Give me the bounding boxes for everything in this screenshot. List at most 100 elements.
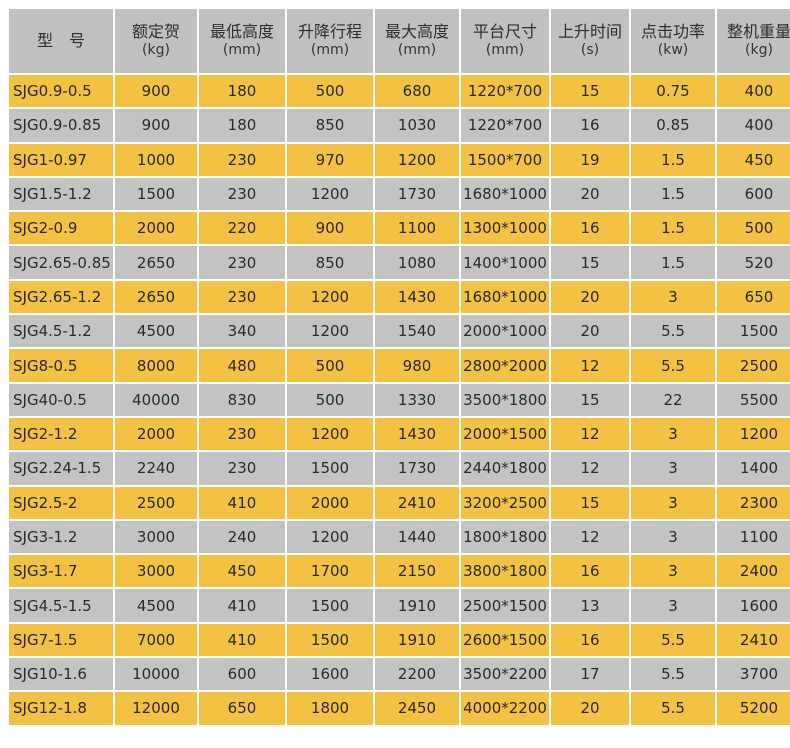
table-cell: 4500 [115,315,197,348]
table-cell: 180 [199,75,285,108]
table-cell: 2500 [115,486,197,519]
table-cell: 3 [631,555,715,588]
table-cell: 3 [631,520,715,554]
table-cell: 230 [199,280,285,314]
table-cell: 1200 [375,143,459,176]
table-cell: 850 [287,246,373,279]
table-cell: 5200 [717,692,790,725]
column-header-label: 最低高度 [209,22,274,41]
table-cell: 3 [631,486,715,519]
table-cell: 500 [287,349,373,382]
model-cell: SJG2.5-2 [9,486,113,519]
table-cell: 2000 [115,212,197,245]
table-cell: 1600 [287,658,373,691]
table-cell: 1500 [287,452,373,485]
table-cell: 4500 [115,589,197,622]
table-row: SJG2.5-2 2500 410 2000 2410 3200*2500 15 3 2300 [9,486,790,519]
model-cell: SJG3-1.7 [9,555,113,588]
table-cell: 20 [551,177,629,211]
table-cell: 0.85 [631,109,715,142]
model-cell: SJG0.9-0.85 [9,109,113,142]
table-cell: 450 [717,143,790,176]
table-cell: 1500 [287,623,373,657]
table-cell: 450 [199,555,285,588]
table-cell: 1.5 [631,212,715,245]
table-cell: 1500 [717,315,790,348]
table-cell: 5.5 [631,623,715,657]
model-cell: SJG1.5-1.2 [9,177,113,211]
table-cell: 1300*1000 [461,212,549,245]
column-header-label: 点击功率 [640,22,705,41]
table-row: SJG0.9-0.5 900 180 500 680 1220*700 15 0.75 400 [9,75,790,108]
table-cell: 16 [551,212,629,245]
table-cell: 1200 [717,417,790,451]
model-cell: SJG7-1.5 [9,623,113,657]
table-cell: 4000*2200 [461,692,549,725]
column-header-unit: (s) [580,42,600,58]
column-header-label: 整机重量 [726,22,790,41]
lift-spec-table: 型 号额定贺 (kg) 最低高度 (mm) 升降行程 (mm) 最大高度 (mm) 平台尺寸 (m… [7,7,790,727]
table-row: SJG2-0.9 2000 220 900 1100 1300*1000 16 1.5 500 [9,212,790,245]
column-header: 点击功率 (kw) [631,9,715,73]
table-cell: 2150 [375,555,459,588]
table-cell: 3 [631,280,715,314]
table-cell: 1220*700 [461,109,549,142]
model-cell: SJG2.24-1.5 [9,452,113,485]
table-cell: 410 [199,486,285,519]
table-cell: 1910 [375,589,459,622]
table-cell: 5500 [717,383,790,416]
table-cell: 15 [551,486,629,519]
table-cell: 15 [551,75,629,108]
table-cell: 1200 [287,280,373,314]
table-cell: 650 [717,280,790,314]
table-cell: 12000 [115,692,197,725]
table-cell: 680 [375,75,459,108]
table-cell: 1500*700 [461,143,549,176]
table-cell: 1030 [375,109,459,142]
table-cell: 12 [551,520,629,554]
table-row: SJG2.65-0.85 2650 230 850 1080 1400*1000 15 1.5… [9,246,790,279]
table-row: SJG12-1.8 12000 650 1800 2450 4000*2200 20 5.5 5… [9,692,790,725]
table-row: SJG7-1.5 7000 410 1500 1910 2600*1500 16 5.5 241… [9,623,790,657]
table-cell: 1500 [115,177,197,211]
model-cell: SJG4.5-1.2 [9,315,113,348]
table-cell: 16 [551,623,629,657]
table-cell: 500 [717,212,790,245]
spec-table-container: 型 号额定贺 (kg) 最低高度 (mm) 升降行程 (mm) 最大高度 (mm) 平台尺寸 (m… [7,7,790,741]
model-cell: SJG4.5-1.5 [9,589,113,622]
table-cell: 3500*2200 [461,658,549,691]
table-row: SJG10-1.6 10000 600 1600 2200 3500*2200 17 5.5 3… [9,658,790,691]
model-cell: SJG2.65-0.85 [9,246,113,279]
table-cell: 2650 [115,246,197,279]
table-cell: 1200 [287,417,373,451]
table-cell: 900 [287,212,373,245]
table-cell: 230 [199,246,285,279]
model-cell: SJG8-0.5 [9,349,113,382]
table-cell: 1220*700 [461,75,549,108]
table-cell: 7000 [115,623,197,657]
table-cell: 600 [717,177,790,211]
table-cell: 2410 [375,486,459,519]
table-cell: 500 [287,75,373,108]
column-header: 型 号 [9,9,113,73]
column-header-unit: (mm) [485,42,525,58]
table-cell: 3000 [115,520,197,554]
table-cell: 5.5 [631,315,715,348]
model-cell: SJG2-1.2 [9,417,113,451]
table-cell: 2000*1000 [461,315,549,348]
table-cell: 2000*1500 [461,417,549,451]
table-cell: 1730 [375,177,459,211]
table-cell: 1000 [115,143,197,176]
table-cell: 1200 [287,177,373,211]
column-header-label: 升降行程 [297,22,362,41]
table-row: SJG3-1.2 3000 240 1200 1440 1800*1800 12 3 1100 [9,520,790,554]
table-row: SJG2-1.2 2000 230 1200 1430 2000*1500 12 3 1200 [9,417,790,451]
table-row: SJG1-0.97 1000 230 970 1200 1500*700 19 1.5 450 [9,143,790,176]
model-cell: SJG1-0.97 [9,143,113,176]
table-cell: 650 [199,692,285,725]
column-header: 上升时间 (s) [551,9,629,73]
table-cell: 5.5 [631,692,715,725]
table-cell: 500 [287,383,373,416]
table-cell: 12 [551,417,629,451]
table-cell: 12 [551,349,629,382]
